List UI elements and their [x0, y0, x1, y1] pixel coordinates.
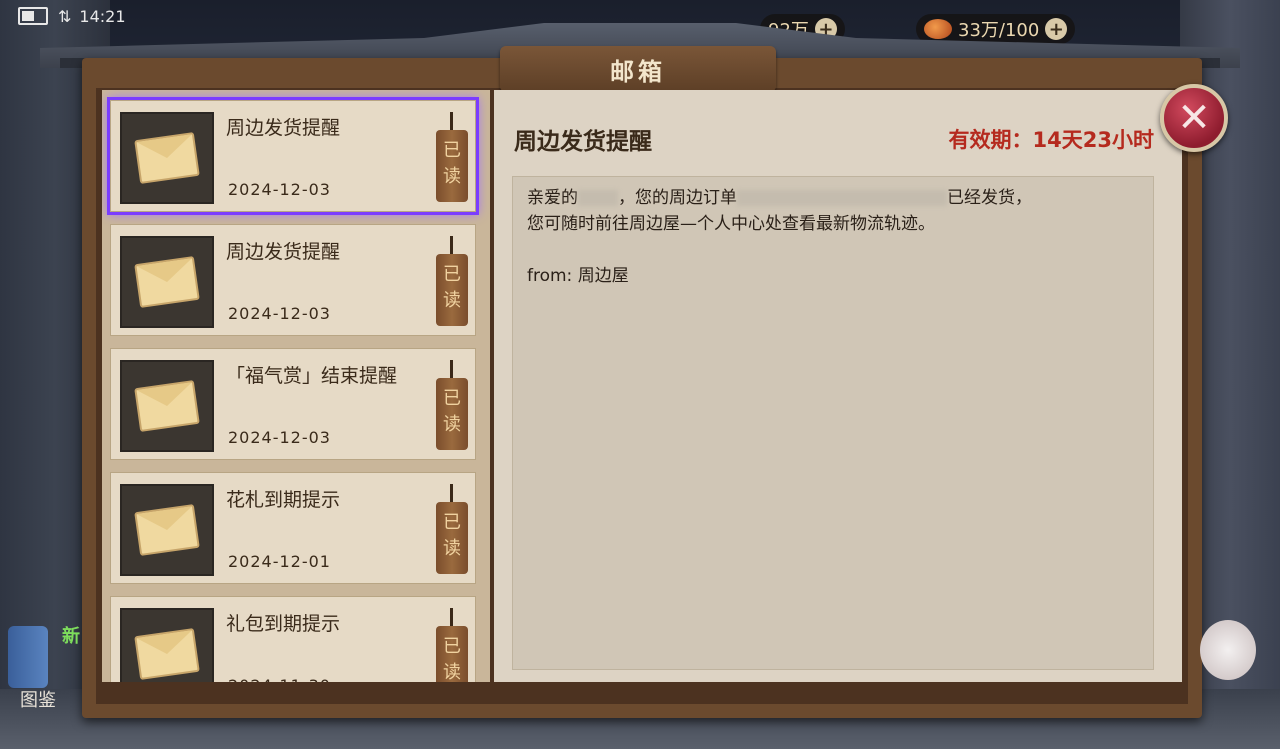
envelope-icon — [134, 504, 200, 556]
mail-body: 亲爱的 ，您的周边订单 已经发货， 您可随时前往周边屋—个人中心处查看最新物流轨迹。… — [512, 176, 1154, 670]
mail-title: 周边发货提醒 — [226, 117, 341, 139]
envelope-icon — [134, 628, 200, 680]
detail-title: 周边发货提醒 — [514, 129, 652, 155]
body-order-text: ，您的周边订单 — [618, 188, 737, 208]
mail-title: 周边发货提醒 — [226, 241, 341, 263]
new-badge: 新 — [62, 626, 80, 647]
body-line-1: 亲爱的 ，您的周边订单 已经发货， — [527, 185, 1139, 211]
status-bar: ⇅ 14:21 — [18, 4, 126, 28]
read-status-tag: 已读 — [436, 484, 468, 574]
currency-stamina-value: 33万/100 — [958, 20, 1040, 41]
envelope-icon — [134, 132, 200, 184]
read-status-tag: 已读 — [436, 236, 468, 326]
redacted-order-number — [737, 190, 947, 206]
scroll-icon[interactable] — [8, 626, 48, 688]
currency-stamina: 33万/100 + — [916, 14, 1076, 44]
envelope-icon — [134, 380, 200, 432]
add-stamina-button[interactable]: + — [1045, 18, 1068, 40]
mail-item[interactable]: 「福气赏」结束提醒 2024-12-03 已读 — [110, 348, 476, 460]
read-status-tag: 已读 — [436, 112, 468, 202]
mail-date: 2024-11-30 — [228, 676, 331, 682]
mail-thumbnail — [120, 360, 214, 452]
fox-mask-icon[interactable] — [1200, 620, 1256, 680]
body-spacer — [527, 237, 1139, 263]
body-from: from: 周边屋 — [527, 266, 629, 286]
mail-date: 2024-12-03 — [228, 304, 331, 323]
mail-thumbnail — [120, 484, 214, 576]
mail-title: 「福气赏」结束提醒 — [226, 365, 398, 387]
mail-thumbnail — [120, 112, 214, 204]
mail-item[interactable]: 花札到期提示 2024-12-01 已读 — [110, 472, 476, 584]
atlas-label[interactable]: 图鉴 — [20, 686, 56, 712]
mail-list[interactable]: 周边发货提醒 2024-12-03 已读 周边发货提醒 2024-12-03 已… — [102, 90, 490, 682]
mail-detail: 周边发货提醒 有效期：14天23小时 亲爱的 ，您的周边订单 已经发货， 您可随时前… — [494, 90, 1182, 682]
window-title: 邮箱 — [500, 46, 776, 92]
mail-item[interactable]: 周边发货提醒 2024-12-03 已读 — [110, 224, 476, 336]
mail-date: 2024-12-01 — [228, 552, 331, 571]
mail-title: 花札到期提示 — [226, 489, 341, 511]
read-status-tag: 已读 — [436, 608, 468, 682]
mail-thumbnail — [120, 236, 214, 328]
close-button[interactable]: ✕ — [1160, 84, 1228, 152]
mail-date: 2024-12-03 — [228, 428, 331, 447]
read-status-tag: 已读 — [436, 360, 468, 450]
mail-item[interactable]: 礼包到期提示 2024-11-30 已读 — [110, 596, 476, 682]
clock-time: 14:21 — [79, 6, 126, 26]
redacted-name — [578, 190, 618, 206]
mail-item[interactable]: 周边发货提醒 2024-12-03 已读 — [110, 100, 476, 212]
mail-date: 2024-12-03 — [228, 180, 331, 199]
validity-text: 有效期：14天23小时 — [948, 128, 1154, 152]
mail-title: 礼包到期提示 — [226, 613, 341, 635]
mail-thumbnail — [120, 608, 214, 682]
data-transfer-icon: ⇅ — [58, 6, 71, 26]
body-line-2: 您可随时前往周边屋—个人中心处查看最新物流轨迹。 — [527, 214, 935, 234]
body-shipped-text: 已经发货， — [947, 188, 1032, 208]
battery-icon — [18, 7, 48, 25]
envelope-icon — [134, 256, 200, 308]
body-greeting: 亲爱的 — [527, 188, 578, 208]
stamina-icon — [924, 19, 952, 39]
